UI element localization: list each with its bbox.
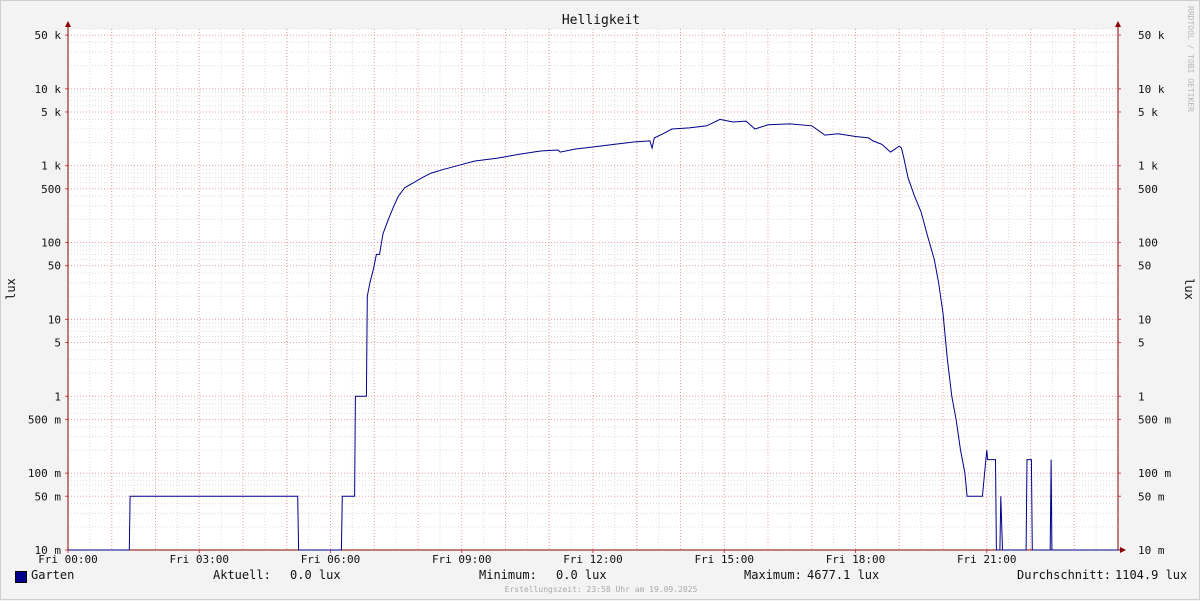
legend-current-label: Aktuell: [213,568,271,582]
x-tick-label: Fri 09:00 [432,553,492,566]
y-tick-label-left: 5 [54,337,61,350]
y-tick-label-right: 5 k [1138,106,1158,119]
x-tick-label: Fri 18:00 [826,553,886,566]
y-tick-label-right: 500 m [1138,413,1171,426]
legend-minimum-value: 0.0 lux [556,568,607,582]
y-tick-label-right: 100 [1138,237,1158,250]
y-tick-label-left: 100 [41,237,61,250]
y-axis-label-left: lux [4,278,18,300]
chart-title: Helligkeit [562,13,640,28]
y-tick-label-right: 10 m [1138,544,1165,557]
legend-average-value: 1104.9 lux [1115,568,1188,582]
legend-maximum-label: Maximum: [744,568,802,582]
chart-svg: 50 k 50 k 10 k 10 k 5 k 5 k 1 k 1 k 500 500 100 100… [4,6,1196,566]
y-axis-arrow-left [65,21,71,27]
x-tick-label: Fri 00:00 [38,553,98,566]
rrdtool-watermark: RRDTOOL / TOBI OETIKER [1186,6,1195,112]
creation-time-footer: Erstellungszeit: 23:58 Uhr am 19.09.2025 [504,585,698,594]
x-axis-arrow [1120,547,1126,553]
y-tick-label-right: 10 [1138,313,1151,326]
y-tick-label-left: 10 [48,313,61,326]
y-tick-label-right: 50 k [1138,29,1165,42]
legend-average-label: Durchschnitt: [1017,568,1111,582]
y-tick-label-left: 1 [54,390,61,403]
graph-frame: 50 k 50 k 10 k 10 k5 k5 k1 k1 k 500 500 100 100… [0,0,1200,600]
y-tick-label-left: 5 k [41,106,61,119]
y-tick-label-right: 1 k [1138,160,1158,173]
legend-minimum-label: Minimum: [479,568,537,582]
y-tick-label-left: 50 k [35,29,62,42]
legend-maximum-value: 4677.1 lux [807,568,880,582]
x-tick-label: Fri 15:00 [694,553,754,566]
y-tick-label-right: 100 m [1138,467,1171,480]
y-tick-label-right: 50 m [1138,490,1165,503]
y-tick-label-right: 10 k [1138,83,1165,96]
legend-series-name: Garten [31,568,75,582]
y-tick-label-left: 10 k [35,83,62,96]
y-tick-label-right: 50 [1138,260,1151,273]
y-tick-label-right: 500 [1138,183,1158,196]
legend-current-value: 0.0 lux [290,568,341,582]
x-tick-label: Fri 21:00 [957,553,1017,566]
legend-swatch-garten [15,571,27,583]
y-tick-label-right: 5 [1138,337,1145,350]
x-tick-label: Fri 06:00 [301,553,361,566]
y-tick-label-left: 1 k [41,160,61,173]
y-axis-label-right: lux [1182,278,1196,300]
y-tick-label-left: 500 m [28,413,61,426]
y-tick-label-left: 500 [41,183,61,196]
x-tick-label: Fri 12:00 [563,553,623,566]
legend: Garten Aktuell: 0.0 lux Minimum: 0.0 lux… [1,568,1200,586]
y-tick-label-left: 50 [48,260,61,273]
x-tick-label: Fri 03:00 [169,553,229,566]
y-axis-arrow-right [1115,21,1121,27]
y-tick-label-right: 1 [1138,390,1145,403]
y-tick-label-left: 50 m [35,490,62,503]
y-tick-label-left: 100 m [28,467,61,480]
